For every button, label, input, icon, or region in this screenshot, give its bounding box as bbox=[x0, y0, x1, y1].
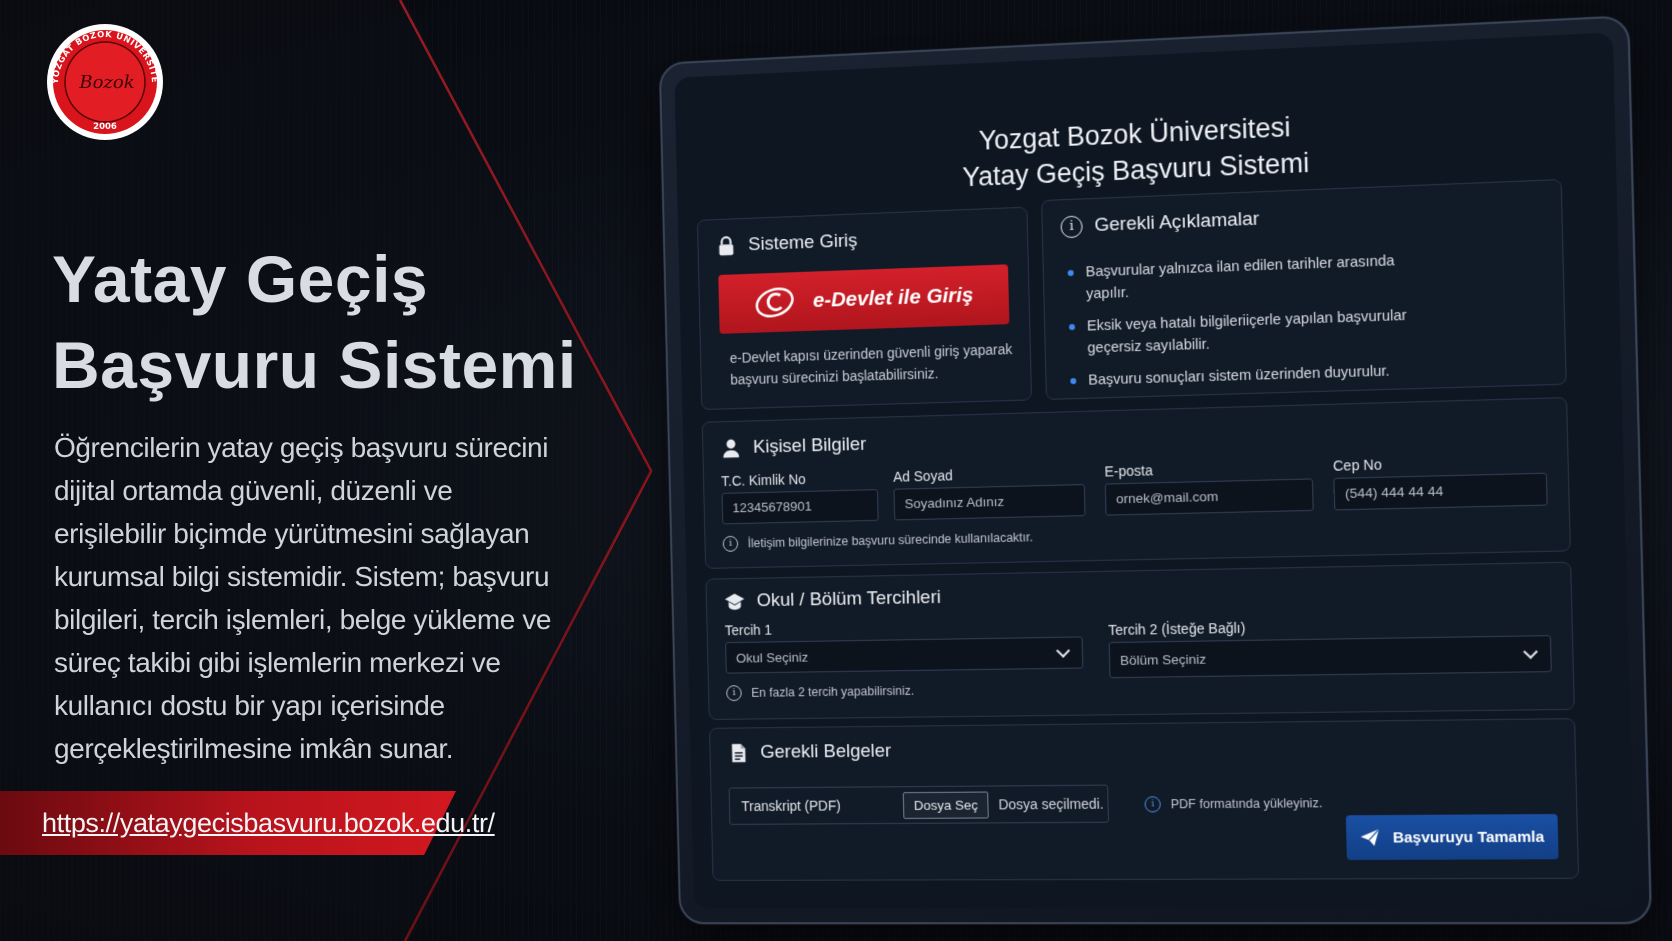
choose-file-button[interactable]: Dosya Seç bbox=[902, 791, 989, 819]
logo-signature: Bozok bbox=[78, 72, 134, 93]
edevlet-button-label: e-Devlet ile Giriş bbox=[812, 283, 974, 312]
transcript-label: Transkript (PDF) bbox=[741, 797, 841, 815]
info-heading: Gerekli Açıklamalar bbox=[1094, 208, 1260, 237]
info-icon: i bbox=[1060, 215, 1083, 239]
personal-note-text: İletişim bilgilerinize başvuru sürecinde… bbox=[747, 530, 1034, 551]
choice2-select[interactable]: Bölüm Seçiniz bbox=[1108, 635, 1552, 679]
documents-card: Gerekli Belgeler Transkript (PDF) Dosya … bbox=[708, 718, 1580, 881]
personal-info-card: Kişisel Bilgiler T.C. Kimlik No 12345678… bbox=[701, 397, 1571, 569]
info-card: i Gerekli Açıklamalar Başvurular yalnızc… bbox=[1041, 179, 1567, 400]
lock-icon bbox=[715, 235, 737, 256]
login-help: e-Devlet kapısı üzerinden güvenli giriş … bbox=[730, 338, 1013, 390]
login-heading: Sisteme Giriş bbox=[747, 230, 858, 256]
user-icon bbox=[723, 439, 740, 458]
info-item: Başvurular yalnızca ilan edilen tarihler… bbox=[1065, 248, 1442, 306]
submit-application-button[interactable]: Başvuruyu Tamamla bbox=[1345, 814, 1559, 861]
hero-title: Yatay Geçiş Başvuru Sistemi bbox=[52, 236, 592, 408]
phone-label: Cep No bbox=[1332, 456, 1383, 474]
info-item: Eksik veya hatalı bilgileriiçerle yapıla… bbox=[1067, 303, 1444, 360]
tc-input[interactable]: 12345678901 bbox=[721, 489, 879, 525]
send-icon bbox=[1360, 828, 1381, 846]
graduation-cap-icon bbox=[724, 593, 745, 610]
info-small-icon: i bbox=[722, 535, 739, 552]
stage: YOZGAT BOZOK ÜNİVERSİTESİ Bozok 2006 Yat… bbox=[0, 0, 1672, 941]
hero-title-line1: Yatay Geçiş bbox=[52, 242, 429, 316]
preferences-card-header: Okul / Bölüm Tercihleri bbox=[724, 587, 941, 613]
info-list: Başvurular yalnızca ilan edilen tarihler… bbox=[1065, 248, 1444, 402]
phone-input[interactable]: (544) 444 44 44 bbox=[1333, 472, 1548, 511]
choice1-value: Okul Seçiniz bbox=[735, 649, 809, 666]
tc-label: T.C. Kimlik No bbox=[721, 471, 806, 490]
choice1-select[interactable]: Okul Seçiniz bbox=[725, 636, 1084, 674]
website-link[interactable]: https://yataygecisbasvuru.bozok.edu.tr/ bbox=[42, 808, 495, 839]
documents-note-text: PDF formatında yükleyiniz. bbox=[1170, 796, 1323, 812]
name-label: Ad Soyad bbox=[893, 467, 953, 485]
submit-label: Başvuruyu Tamamla bbox=[1392, 827, 1545, 847]
info-item: Başvuru sonuçları sistem üzerinden duyur… bbox=[1068, 359, 1444, 393]
personal-heading: Kişisel Bilgiler bbox=[752, 433, 867, 458]
hero-title-line2: Başvuru Sistemi bbox=[52, 328, 577, 402]
documents-heading: Gerekli Belgeler bbox=[760, 740, 892, 763]
chevron-down-icon bbox=[1523, 644, 1538, 659]
info-small-icon: i bbox=[726, 685, 742, 702]
preferences-note: i En fazla 2 tercih yapabilirsiniz. bbox=[726, 683, 915, 702]
choice2-value: Bölüm Seçiniz bbox=[1119, 651, 1207, 668]
chevron-down-icon bbox=[1056, 643, 1071, 658]
hero-description: Öğrencilerin yatay geçiş başvuru sürecin… bbox=[54, 432, 552, 764]
logo-year: 2006 bbox=[93, 122, 117, 132]
name-input[interactable]: Soyadınız Adınız bbox=[893, 484, 1086, 521]
preferences-note-text: En fazla 2 tercih yapabilirsiniz. bbox=[751, 683, 915, 700]
transcript-file-field: Transkript (PDF) Dosya Seç Dosya seçilme… bbox=[728, 784, 1110, 825]
preferences-card: Okul / Bölüm Tercihleri Tercih 1 Okul Se… bbox=[705, 561, 1575, 720]
info-card-header: i Gerekli Açıklamalar bbox=[1060, 208, 1260, 239]
login-card-header: Sisteme Giriş bbox=[715, 230, 858, 257]
device-mockup: Yozgat Bozok Üniversitesi Yatay Geçiş Ba… bbox=[658, 15, 1653, 925]
email-label: E-posta bbox=[1104, 462, 1153, 480]
document-icon bbox=[731, 743, 746, 763]
choice2-label: Tercih 2 (İsteğe Bağlı) bbox=[1108, 619, 1246, 639]
login-card: Sisteme Giriş e-Devlet ile Giriş e-Devle… bbox=[696, 206, 1033, 411]
documents-card-header: Gerekli Belgeler bbox=[727, 741, 891, 764]
documents-note: i PDF formatında yükleyiniz. bbox=[1144, 795, 1323, 813]
university-logo: YOZGAT BOZOK ÜNİVERSİTESİ Bozok 2006 bbox=[41, 14, 166, 140]
app-screen: Yozgat Bozok Üniversitesi Yatay Geçiş Ba… bbox=[674, 32, 1635, 909]
personal-card-header: Kişisel Bilgiler bbox=[720, 433, 867, 460]
choice1-label: Tercih 1 bbox=[724, 621, 773, 639]
info-small-icon: i bbox=[1144, 796, 1161, 813]
file-status: Dosya seçilmedi. bbox=[998, 795, 1104, 813]
edevlet-login-button[interactable]: e-Devlet ile Giriş bbox=[718, 264, 1010, 334]
email-input[interactable]: ornek@mail.com bbox=[1104, 478, 1314, 516]
edevlet-logo-icon bbox=[753, 284, 796, 321]
preferences-heading: Okul / Bölüm Tercihleri bbox=[756, 587, 942, 612]
personal-note: i İletişim bilgilerinize başvuru sürecin… bbox=[722, 529, 1034, 552]
